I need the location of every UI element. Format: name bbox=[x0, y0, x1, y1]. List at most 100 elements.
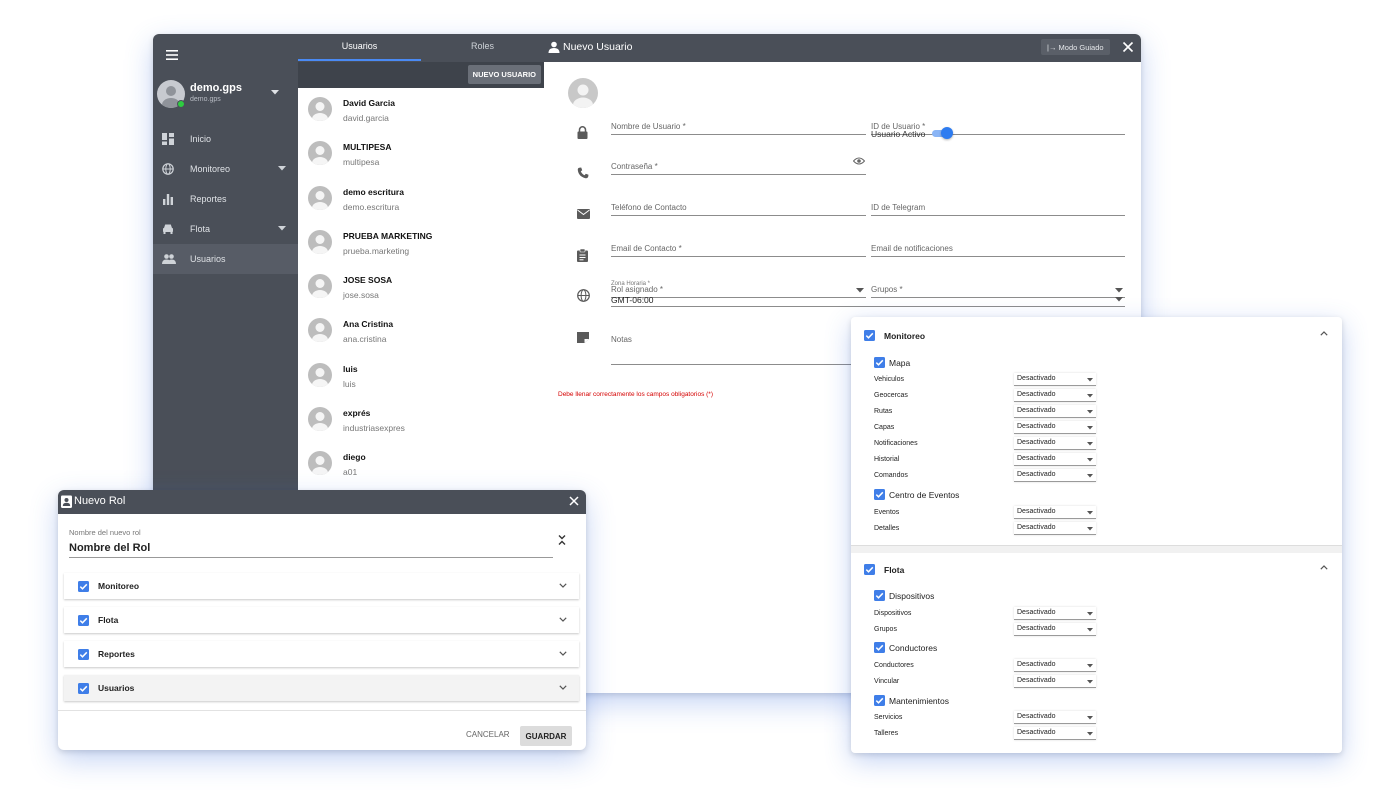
username-field[interactable]: Nombre de Usuario * bbox=[611, 120, 866, 135]
eye-icon[interactable] bbox=[853, 157, 865, 165]
sidebar-item-reportes[interactable]: Reportes bbox=[153, 184, 298, 214]
list-item[interactable]: exprés industriasexpres bbox=[298, 398, 544, 442]
role-section-flota[interactable]: Flota bbox=[64, 607, 579, 633]
permission-select[interactable]: Desactivado bbox=[1014, 623, 1096, 636]
avatar bbox=[308, 141, 332, 166]
sidebar-item-monitoreo[interactable]: Monitoreo bbox=[153, 154, 298, 184]
checkbox-checked-icon[interactable] bbox=[78, 581, 89, 592]
permission-select[interactable]: Desactivado bbox=[1014, 711, 1096, 724]
permission-select[interactable]: Desactivado bbox=[1014, 506, 1096, 519]
active-user-toggle[interactable] bbox=[932, 127, 953, 139]
section-label: Flota bbox=[98, 615, 119, 625]
user-role-tabs: Usuarios Roles bbox=[298, 34, 544, 62]
list-item[interactable]: luis luis bbox=[298, 354, 544, 398]
role-section-reportes[interactable]: Reportes bbox=[64, 641, 579, 667]
validation-error: Debe llenar correctamente los campos obl… bbox=[558, 391, 713, 398]
list-item[interactable]: MULTIPESA multipesa bbox=[298, 132, 544, 176]
cancel-button[interactable]: CANCELAR bbox=[462, 727, 514, 742]
role-section-monitoreo[interactable]: Monitoreo bbox=[64, 573, 579, 599]
permission-select[interactable]: Desactivado bbox=[1014, 659, 1096, 672]
permission-select[interactable]: Desactivado bbox=[1014, 389, 1096, 402]
permission-select[interactable]: Desactivado bbox=[1014, 727, 1096, 740]
permission-select[interactable]: Desactivado bbox=[1014, 675, 1096, 688]
select-value: Desactivado bbox=[1017, 713, 1056, 720]
telegram-field[interactable]: ID de Telegram bbox=[871, 201, 1125, 216]
tab-usuarios[interactable]: Usuarios bbox=[298, 34, 421, 62]
sidebar-item-label: Inicio bbox=[190, 134, 212, 144]
permission-label: Servicios bbox=[874, 714, 903, 721]
avatar bbox=[308, 362, 332, 387]
role-section-usuarios[interactable]: Usuarios bbox=[64, 675, 579, 701]
group-label-mapa: Mapa bbox=[889, 358, 911, 368]
section-label: Reportes bbox=[98, 649, 135, 659]
caret-down-icon bbox=[1087, 612, 1093, 616]
timezone-select[interactable]: Zona Horaria * GMT-06:00 bbox=[611, 281, 1125, 307]
close-icon[interactable] bbox=[569, 496, 579, 506]
list-item[interactable]: PRUEBA MARKETING prueba.marketing bbox=[298, 221, 544, 265]
caret-down-icon bbox=[1087, 664, 1093, 668]
caret-down-icon bbox=[1087, 511, 1093, 515]
sidebar-item-inicio[interactable]: Inicio bbox=[153, 124, 298, 154]
hamburger-menu-icon[interactable] bbox=[163, 46, 181, 64]
permission-select[interactable]: Desactivado bbox=[1014, 453, 1096, 466]
permission-label: Geocercas bbox=[874, 392, 908, 399]
notes-field[interactable]: Notas bbox=[611, 331, 866, 365]
checkbox-checked-icon[interactable] bbox=[78, 615, 89, 626]
permission-select[interactable]: Desactivado bbox=[1014, 437, 1096, 450]
dialog-title: Nuevo Rol bbox=[74, 495, 126, 507]
close-icon[interactable] bbox=[1122, 41, 1134, 53]
checkbox-checked-icon[interactable] bbox=[78, 649, 89, 660]
permission-select[interactable]: Desactivado bbox=[1014, 373, 1096, 386]
list-item[interactable]: Ana Cristina ana.cristina bbox=[298, 309, 544, 353]
list-item[interactable]: diego a01 bbox=[298, 442, 544, 486]
list-item[interactable]: demo escritura demo.escritura bbox=[298, 177, 544, 221]
permission-select[interactable]: Desactivado bbox=[1014, 469, 1096, 482]
checkbox-checked-icon[interactable] bbox=[874, 590, 885, 601]
checkbox-checked-icon[interactable] bbox=[874, 695, 885, 706]
role-name-input[interactable]: Nombre del Rol bbox=[69, 542, 150, 554]
save-button[interactable]: GUARDAR bbox=[520, 726, 572, 746]
select-value: Desactivado bbox=[1017, 677, 1056, 684]
select-value: Desactivado bbox=[1017, 391, 1056, 398]
chevron-down-icon bbox=[559, 617, 567, 622]
permission-label: Grupos bbox=[874, 626, 897, 633]
checkbox-checked-icon[interactable] bbox=[78, 683, 89, 694]
chevron-up-icon[interactable] bbox=[1320, 331, 1328, 336]
sidebar-nav: Inicio Monitoreo Reportes Flota Usuarios bbox=[153, 124, 298, 274]
permission-select[interactable]: Desactivado bbox=[1014, 421, 1096, 434]
sidebar-item-label: Reportes bbox=[190, 194, 227, 204]
phone-field[interactable]: Teléfono de Contacto bbox=[611, 201, 866, 216]
caret-down-icon bbox=[1087, 680, 1093, 684]
permission-select[interactable]: Desactivado bbox=[1014, 405, 1096, 418]
new-user-button[interactable]: NUEVO USUARIO bbox=[467, 65, 541, 84]
collapse-all-icon[interactable] bbox=[558, 534, 566, 546]
checkbox-checked-icon[interactable] bbox=[864, 330, 875, 341]
caret-down-icon[interactable] bbox=[271, 90, 279, 95]
select-value: Desactivado bbox=[1017, 508, 1056, 515]
sidebar-item-usuarios[interactable]: Usuarios bbox=[153, 244, 298, 274]
tab-roles[interactable]: Roles bbox=[421, 34, 544, 62]
checkbox-checked-icon[interactable] bbox=[864, 564, 875, 575]
permission-select[interactable]: Desactivado bbox=[1014, 522, 1096, 535]
chevron-up-icon[interactable] bbox=[1320, 565, 1328, 570]
checkbox-checked-icon[interactable] bbox=[874, 642, 885, 653]
email-field[interactable]: Email de Contacto * bbox=[611, 242, 866, 257]
group-label-mantenimientos: Mantenimientos bbox=[889, 696, 950, 706]
checkbox-checked-icon[interactable] bbox=[874, 357, 885, 368]
notification-email-field[interactable]: Email de notificaciones bbox=[871, 242, 1125, 257]
input-underline bbox=[69, 557, 553, 558]
avatar[interactable] bbox=[568, 78, 598, 108]
select-value: Desactivado bbox=[1017, 524, 1056, 531]
checkbox-checked-icon[interactable] bbox=[874, 489, 885, 500]
list-item[interactable]: JOSE SOSA jose.sosa bbox=[298, 265, 544, 309]
current-user[interactable]: demo.gps demo.gps bbox=[157, 80, 295, 114]
user-username: industriasexpres bbox=[343, 423, 405, 434]
user-username: demo.escritura bbox=[343, 201, 400, 212]
sidebar-item-label: Usuarios bbox=[190, 254, 226, 264]
notes-label: Notas bbox=[611, 335, 632, 344]
sidebar-item-flota[interactable]: Flota bbox=[153, 214, 298, 244]
guided-mode-button[interactable]: |→ Modo Guiado bbox=[1041, 39, 1110, 55]
password-field[interactable]: Contraseña * bbox=[611, 157, 866, 175]
list-item[interactable]: David Garcia david.garcia bbox=[298, 88, 544, 132]
permission-select[interactable]: Desactivado bbox=[1014, 607, 1096, 620]
